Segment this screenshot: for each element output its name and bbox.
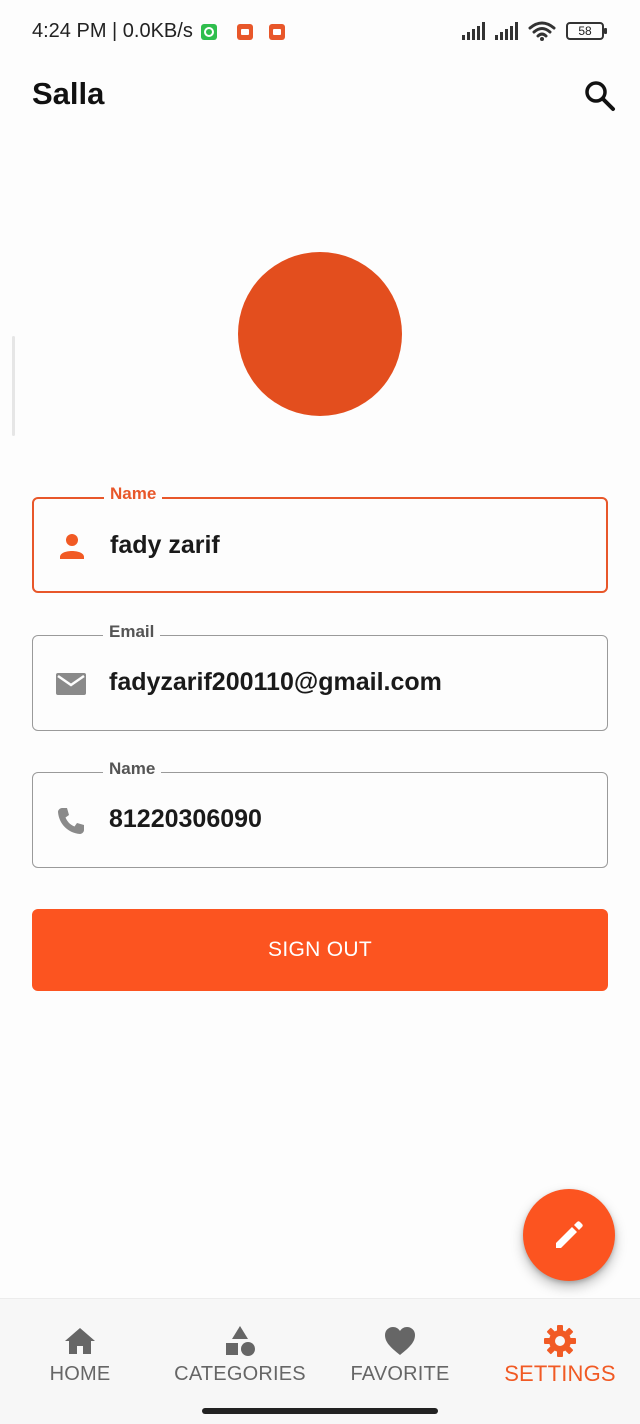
phone-field[interactable]: Name 81220306090 <box>32 759 608 868</box>
phone-icon <box>58 808 84 834</box>
signal-icon <box>462 22 485 40</box>
gear-icon <box>544 1325 576 1357</box>
email-field-label: Email <box>103 622 161 642</box>
home-icon <box>65 1328 95 1354</box>
heart-icon <box>385 1327 415 1355</box>
edit-icon <box>556 1221 583 1248</box>
home-indicator <box>202 1408 438 1414</box>
phone-field-label: Name <box>103 759 162 779</box>
nav-item-home[interactable]: HOME <box>0 1299 160 1409</box>
avatar[interactable] <box>238 252 402 416</box>
app-bar: Salla <box>0 62 640 130</box>
email-field[interactable]: Email fadyzarif200110@gmail.com <box>32 622 608 731</box>
mail-icon <box>56 673 86 695</box>
name-field-label: Name <box>104 484 163 504</box>
nav-label-settings: SETTINGS <box>504 1361 616 1386</box>
bottom-navigation: HOME CATEGORIES FAVORITE SETTINGS <box>0 1298 640 1424</box>
battery-icon: 58 <box>566 22 607 40</box>
scroll-indicator <box>12 336 15 436</box>
email-field-value: fadyzarif200110@gmail.com <box>109 668 442 696</box>
name-field-value: fady zarif <box>110 531 220 559</box>
nav-label-home: HOME <box>49 1363 111 1385</box>
whatsapp-icon <box>200 23 217 40</box>
person-icon <box>60 534 84 559</box>
nav-item-settings[interactable]: SETTINGS <box>480 1299 640 1409</box>
nav-label-favorite: FAVORITE <box>350 1363 450 1385</box>
name-field[interactable]: Name fady zarif <box>32 484 608 593</box>
search-icon <box>585 81 615 111</box>
video-notification-icon <box>236 23 253 40</box>
status-left: 4:24 PM | 0.0KB/s <box>32 20 285 43</box>
video-notification-icon-2 <box>268 23 285 40</box>
nav-item-categories[interactable]: CATEGORIES <box>160 1299 320 1409</box>
app-title: Salla <box>32 76 105 111</box>
status-bar: 4:24 PM | 0.0KB/s 58 <box>0 0 640 62</box>
nav-label-categories: CATEGORIES <box>174 1363 306 1385</box>
phone-field-value: 81220306090 <box>109 805 262 833</box>
nav-item-favorite[interactable]: FAVORITE <box>320 1299 480 1409</box>
status-time: 4:24 PM | 0.0KB/s <box>32 20 193 42</box>
signal-icon-2 <box>495 22 518 40</box>
wifi-icon <box>528 21 556 41</box>
status-right: 58 <box>462 20 607 42</box>
search-button[interactable] <box>580 76 620 116</box>
categories-icon <box>226 1326 255 1356</box>
sign-out-button[interactable]: SIGN OUT <box>32 909 608 991</box>
edit-fab-button[interactable] <box>523 1189 615 1281</box>
settings-screen: 4:24 PM | 0.0KB/s 58 Salla Name fady zar… <box>0 0 640 1424</box>
